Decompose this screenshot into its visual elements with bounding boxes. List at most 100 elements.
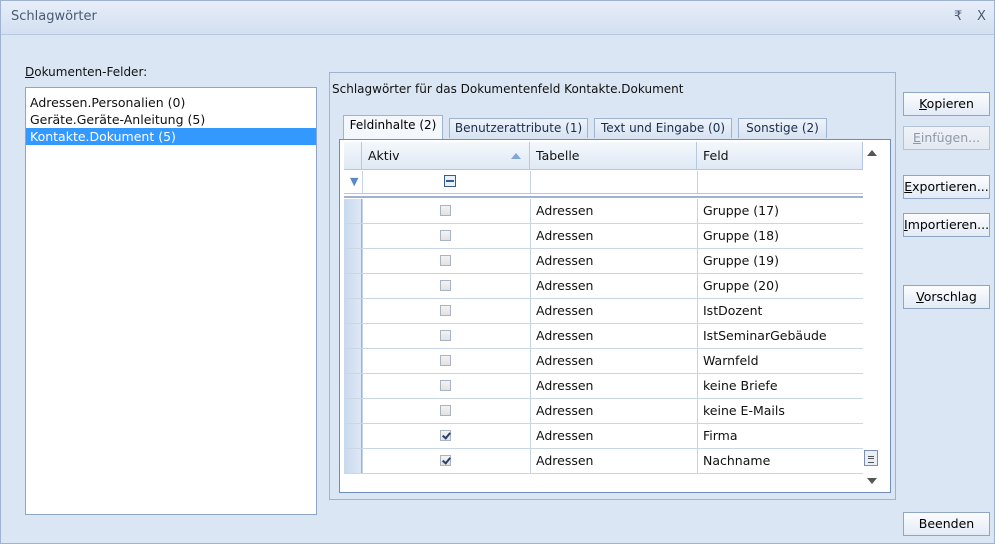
column-divider <box>362 274 363 298</box>
row-selector[interactable] <box>344 324 362 348</box>
filter-checkbox[interactable] <box>444 175 456 187</box>
column-header-label: Aktiv <box>368 148 400 163</box>
button-mnemonic: E <box>904 179 913 194</box>
row-selector[interactable] <box>344 299 362 323</box>
beenden-button[interactable]: Beenden <box>903 512 990 536</box>
button-mnemonic: E <box>912 130 921 145</box>
column-divider <box>530 199 531 223</box>
column-divider <box>362 171 363 193</box>
cell-tabelle: Adressen <box>536 228 594 243</box>
column-divider <box>697 449 698 473</box>
cell-tabelle: Adressen <box>536 353 594 368</box>
button-mnemonic: V <box>916 289 924 304</box>
column-divider <box>362 299 363 323</box>
table-row[interactable]: Adressen Gruppe (18) <box>344 224 863 249</box>
row-selector[interactable] <box>344 224 362 248</box>
exportieren-button[interactable]: Exportieren... <box>903 175 990 199</box>
filter-separator <box>344 196 863 198</box>
row-selector[interactable] <box>344 249 362 273</box>
scroll-down-arrow-icon[interactable] <box>867 478 877 484</box>
tab-text-und-eingabe[interactable]: Text und Eingabe (0) <box>594 118 732 138</box>
cell-tabelle: Adressen <box>536 278 594 293</box>
table-row[interactable]: Adressen keine E-Mails <box>344 399 863 424</box>
aktiv-checkbox[interactable] <box>440 355 451 366</box>
list-item[interactable]: Kontakte.Dokument (5) <box>26 128 316 145</box>
row-selector[interactable] <box>344 449 362 473</box>
list-item[interactable]: Geräte.Geräte-Anleitung (5) <box>26 111 316 128</box>
column-divider <box>697 274 698 298</box>
aktiv-checkbox[interactable] <box>440 305 451 316</box>
label-mnemonic: D <box>25 65 35 79</box>
cell-tabelle: Adressen <box>536 303 594 318</box>
schlagwoerter-grid: Aktiv Tabelle Feld ▼ Adressen Gruppe (17)… <box>339 139 891 493</box>
scroll-up-arrow-icon[interactable] <box>867 150 877 156</box>
button-label: opieren <box>926 96 974 111</box>
column-divider <box>530 449 531 473</box>
sort-ascending-icon <box>511 153 521 159</box>
tab-benutzerattribute[interactable]: Benutzerattribute (1) <box>449 118 588 138</box>
table-row[interactable]: Adressen Nachname <box>344 449 863 474</box>
dokumenten-felder-list[interactable]: Adressen.Personalien (0) Geräte.Geräte-A… <box>25 87 317 515</box>
column-divider <box>362 449 363 473</box>
kopieren-button[interactable]: Kopieren <box>903 92 990 116</box>
einfuegen-button[interactable]: Einfügen... <box>903 126 990 150</box>
column-divider <box>697 299 698 323</box>
aktiv-checkbox[interactable] <box>440 280 451 291</box>
header-selector-cell <box>344 142 362 170</box>
aktiv-checkbox[interactable] <box>440 430 451 441</box>
cell-feld: Gruppe (17) <box>703 203 779 218</box>
cell-feld: Nachname <box>703 453 771 468</box>
column-header-feld[interactable]: Feld <box>697 142 863 170</box>
column-header-aktiv[interactable]: Aktiv <box>362 142 530 170</box>
row-selector[interactable] <box>344 199 362 223</box>
list-item[interactable]: Adressen.Personalien (0) <box>26 94 316 111</box>
close-icon[interactable]: X <box>977 9 986 24</box>
cell-feld: Firma <box>703 428 738 443</box>
aktiv-checkbox[interactable] <box>440 455 451 466</box>
column-divider <box>697 374 698 398</box>
scroll-thumb[interactable] <box>864 450 878 466</box>
cell-tabelle: Adressen <box>536 328 594 343</box>
table-row[interactable]: Adressen Firma <box>344 424 863 449</box>
row-selector[interactable] <box>344 374 362 398</box>
table-row[interactable]: Adressen IstDozent <box>344 299 863 324</box>
row-selector[interactable] <box>344 349 362 373</box>
column-divider <box>362 349 363 373</box>
table-row[interactable]: Adressen Gruppe (20) <box>344 274 863 299</box>
column-divider <box>362 324 363 348</box>
column-header-tabelle[interactable]: Tabelle <box>530 142 697 170</box>
column-divider <box>697 324 698 348</box>
aktiv-checkbox[interactable] <box>440 405 451 416</box>
button-label: mportieren... <box>907 217 990 232</box>
cell-feld: IstDozent <box>703 303 763 318</box>
pin-icon[interactable]: ₹ <box>954 9 962 24</box>
column-divider <box>530 249 531 273</box>
aktiv-checkbox[interactable] <box>440 230 451 241</box>
cell-feld: Gruppe (20) <box>703 278 779 293</box>
tab-feldinhalte[interactable]: Feldinhalte (2) <box>343 115 443 139</box>
row-selector[interactable] <box>344 274 362 298</box>
row-selector[interactable] <box>344 424 362 448</box>
aktiv-checkbox[interactable] <box>440 205 451 216</box>
aktiv-checkbox[interactable] <box>440 255 451 266</box>
table-row[interactable]: Adressen Warnfeld <box>344 349 863 374</box>
filter-funnel-icon[interactable]: ▼ <box>350 175 358 188</box>
vorschlag-button[interactable]: Vorschlag <box>903 285 990 309</box>
aktiv-checkbox[interactable] <box>440 330 451 341</box>
table-row[interactable]: Adressen keine Briefe <box>344 374 863 399</box>
aktiv-checkbox[interactable] <box>440 380 451 391</box>
column-divider <box>697 399 698 423</box>
button-label: xportieren... <box>912 179 989 194</box>
column-divider <box>362 424 363 448</box>
table-row[interactable]: Adressen Gruppe (17) <box>344 199 863 224</box>
row-selector[interactable] <box>344 399 362 423</box>
filter-row[interactable]: ▼ <box>344 171 863 194</box>
importieren-button[interactable]: Importieren... <box>903 213 990 237</box>
table-row[interactable]: Adressen IstSeminarGebäude <box>344 324 863 349</box>
cell-tabelle: Adressen <box>536 203 594 218</box>
table-row[interactable]: Adressen Gruppe (19) <box>344 249 863 274</box>
column-divider <box>530 324 531 348</box>
tab-sonstige[interactable]: Sonstige (2) <box>738 118 827 138</box>
column-divider <box>697 424 698 448</box>
cell-tabelle: Adressen <box>536 378 594 393</box>
